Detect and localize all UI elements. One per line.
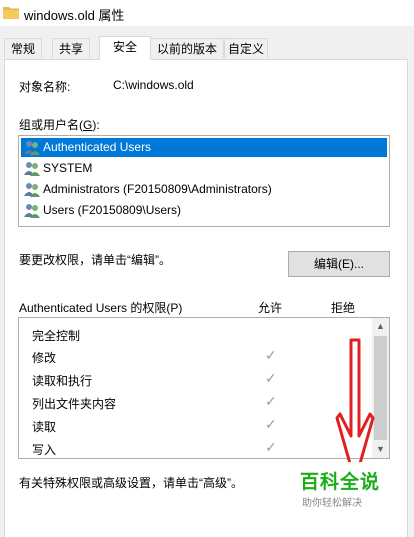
users-listbox[interactable]: Authenticated Users SYSTEM Administrator… <box>18 135 390 227</box>
deny-column-header: 拒绝 <box>331 301 356 315</box>
change-permissions-hint: 要更改权限，请单击“编辑”。 <box>19 253 171 267</box>
tab-bar: 常规 共享 安全 以前的版本 自定义 <box>0 36 414 60</box>
allow-column-header: 允许 <box>258 301 283 315</box>
object-name-label: 对象名称: <box>19 80 71 94</box>
user-group-icon <box>24 183 40 197</box>
edit-button[interactable]: 编辑(E)... <box>288 251 390 277</box>
tab-customize[interactable]: 自定义 <box>224 38 268 58</box>
permissions-label: Authenticated Users 的权限(P) <box>19 301 183 315</box>
allow-check-icon: ✓ <box>265 393 277 409</box>
tab-sharing[interactable]: 共享 <box>52 38 90 58</box>
allow-check-icon: ✓ <box>265 416 277 432</box>
title-bar: windows.old 属性 <box>0 0 414 26</box>
permission-read: 读取 <box>32 420 57 434</box>
window-title: windows.old 属性 <box>24 8 125 23</box>
list-item-label: Administrators (F20150809\Administrators… <box>43 182 272 196</box>
permission-read-execute: 读取和执行 <box>32 374 93 388</box>
permission-write: 写入 <box>32 443 57 457</box>
tab-general[interactable]: 常规 <box>4 38 42 58</box>
list-item-label: Authenticated Users <box>43 140 152 154</box>
scroll-up-icon[interactable]: ▲ <box>372 318 389 335</box>
scroll-thumb[interactable] <box>374 336 387 440</box>
group-users-label: 组或用户名(G): <box>19 118 100 132</box>
list-item-system[interactable]: SYSTEM <box>21 159 387 178</box>
user-group-icon <box>24 162 40 176</box>
list-item-label: Users (F20150809\Users) <box>43 203 182 217</box>
list-item-authenticated-users[interactable]: Authenticated Users <box>21 138 387 157</box>
permission-full-control: 完全控制 <box>32 329 81 343</box>
user-group-icon <box>24 141 40 155</box>
tab-security[interactable]: 安全 <box>99 36 151 60</box>
allow-check-icon: ✓ <box>265 370 277 386</box>
allow-check-icon: ✓ <box>265 347 277 363</box>
permission-modify: 修改 <box>32 351 57 365</box>
allow-check-icon: ✓ <box>265 439 277 455</box>
watermark-subtitle: 助你轻松解决 <box>302 498 362 509</box>
watermark-logo: 百科全说 助你轻松解决 <box>296 462 382 512</box>
tab-previous-versions[interactable]: 以前的版本 <box>150 38 224 58</box>
permission-list-folder: 列出文件夹内容 <box>32 397 117 411</box>
advanced-hint: 有关特殊权限或高级设置，请单击“高级”。 <box>19 476 243 490</box>
list-item-label: SYSTEM <box>43 161 93 175</box>
folder-icon <box>3 7 19 19</box>
list-item-administrators[interactable]: Administrators (F20150809\Administrators… <box>21 180 387 199</box>
object-name-value: C:\windows.old <box>113 78 194 92</box>
user-group-icon <box>24 204 40 218</box>
watermark-title: 百科全说 <box>300 472 381 493</box>
list-item-users[interactable]: Users (F20150809\Users) <box>21 201 387 220</box>
